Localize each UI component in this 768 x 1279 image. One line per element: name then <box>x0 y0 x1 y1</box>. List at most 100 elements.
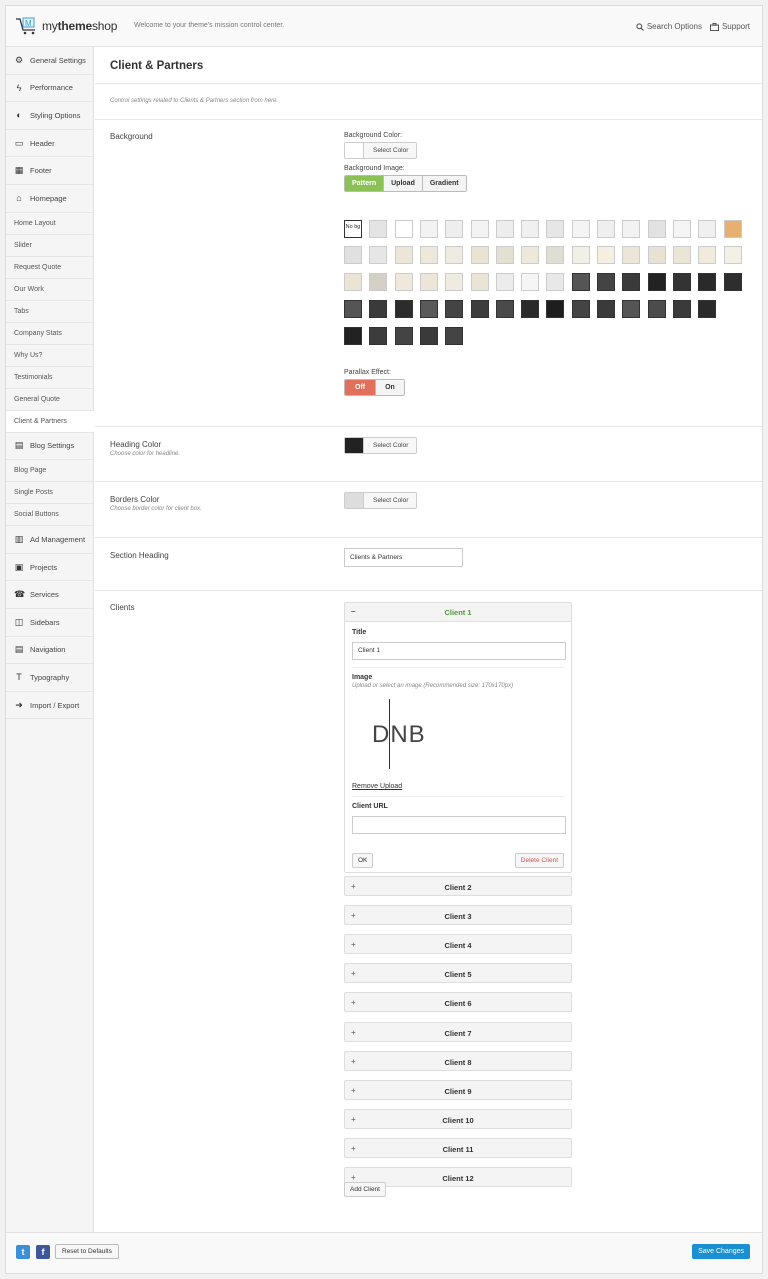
sidebar-item[interactable]: ⌂ Homepage <box>6 185 93 213</box>
pattern-tile[interactable] <box>495 220 514 238</box>
pattern-tile[interactable] <box>369 220 388 238</box>
pattern-tile[interactable] <box>698 300 717 318</box>
pattern-tile[interactable] <box>672 300 691 318</box>
pattern-tile[interactable] <box>622 273 641 291</box>
sidebar-item[interactable]: Slider <box>6 235 93 257</box>
sidebar-item[interactable]: ➜ Import / Export <box>6 692 93 720</box>
ok-button[interactable]: OK <box>352 853 374 868</box>
pattern-tile[interactable] <box>571 273 590 291</box>
sidebar-item[interactable]: ▣ Projects <box>6 554 93 582</box>
client-url-input[interactable] <box>352 816 566 834</box>
sidebar-item[interactable]: Home Layout <box>6 213 93 235</box>
sidebar-item[interactable]: Request Quote <box>6 257 93 279</box>
pattern-tile[interactable] <box>419 327 438 345</box>
pattern-tile[interactable] <box>571 220 590 238</box>
pattern-tile[interactable] <box>470 220 489 238</box>
pattern-tile[interactable] <box>647 246 666 264</box>
client-title-input[interactable]: Client 1 <box>352 642 566 660</box>
client-accordion-collapsed[interactable]: + Client 8 <box>344 1050 572 1071</box>
pattern-tile[interactable] <box>521 300 540 318</box>
pattern-tile[interactable] <box>571 246 590 264</box>
pattern-tile[interactable] <box>445 246 464 264</box>
pattern-tile[interactable] <box>723 220 742 238</box>
borders-color-picker[interactable]: Select Color <box>344 492 418 509</box>
twitter-icon[interactable]: t <box>16 1245 30 1259</box>
sidebar-item[interactable]: ◐ Styling Options <box>6 102 93 130</box>
heading-color-picker[interactable]: Select Color <box>344 437 418 454</box>
no-bg-tile[interactable]: No bg <box>344 220 362 238</box>
pattern-tile[interactable] <box>698 220 717 238</box>
sidebar-item[interactable]: General Quote <box>6 389 93 411</box>
pattern-tile[interactable] <box>344 246 362 264</box>
sidebar-item[interactable]: ▥ Ad Management <box>6 526 93 554</box>
pattern-tile[interactable] <box>495 300 514 318</box>
pattern-tile[interactable] <box>445 273 464 291</box>
sidebar-item[interactable]: ϟ Performance <box>6 75 93 103</box>
pattern-tile[interactable] <box>521 273 540 291</box>
sidebar-item[interactable]: Blog Page <box>6 460 93 483</box>
pattern-tile[interactable] <box>419 273 438 291</box>
pattern-tile[interactable] <box>723 246 742 264</box>
sidebar-item[interactable]: Why Us? <box>6 345 93 367</box>
pattern-tile[interactable] <box>369 246 388 264</box>
reset-defaults-button[interactable]: Reset to Defaults <box>55 1244 119 1259</box>
pattern-tile[interactable] <box>597 246 615 264</box>
pattern-tile[interactable] <box>495 273 514 291</box>
pattern-tile[interactable] <box>622 220 641 238</box>
pattern-tile[interactable] <box>546 246 565 264</box>
client-accordion-collapsed[interactable]: + Client 10 <box>344 1108 572 1129</box>
pattern-tile[interactable] <box>521 246 540 264</box>
save-changes-button[interactable]: Save Changes <box>692 1244 750 1259</box>
pattern-tile[interactable] <box>394 273 413 291</box>
pattern-tile[interactable] <box>672 273 691 291</box>
pattern-tile[interactable] <box>470 246 489 264</box>
sidebar-item[interactable]: Our Work <box>6 279 93 301</box>
pattern-tile[interactable] <box>723 273 742 291</box>
parallax-on[interactable]: On <box>376 380 404 395</box>
client-accordion-collapsed[interactable]: + Client 7 <box>344 1021 572 1042</box>
client-accordion-collapsed[interactable]: + Client 4 <box>344 934 572 955</box>
pattern-tile[interactable] <box>394 300 413 318</box>
sidebar-item[interactable]: ▭ Header <box>6 130 93 158</box>
pattern-tile[interactable] <box>546 220 565 238</box>
client-accordion-collapsed[interactable]: + Client 11 <box>344 1137 572 1158</box>
sidebar-item[interactable]: Company Stats <box>6 323 93 345</box>
sidebar-item[interactable]: Social Buttons <box>6 504 93 527</box>
client-accordion-collapsed[interactable]: + Client 5 <box>344 963 572 984</box>
delete-client-button[interactable]: Delete Client <box>514 853 564 868</box>
pattern-tile[interactable] <box>445 300 464 318</box>
section-heading-input[interactable]: Clients & Partners <box>344 548 463 567</box>
pattern-tile[interactable] <box>445 327 464 345</box>
sidebar-item[interactable]: Testimonials <box>6 367 93 389</box>
sidebar-item[interactable]: ☎ Services <box>6 581 93 609</box>
support-link[interactable]: Support <box>709 22 750 31</box>
pattern-tile[interactable] <box>622 246 641 264</box>
pattern-tile[interactable] <box>546 273 565 291</box>
pattern-tile[interactable] <box>647 273 666 291</box>
pattern-tile[interactable] <box>571 300 590 318</box>
pattern-tile[interactable] <box>698 246 717 264</box>
search-options-link[interactable]: Search Options <box>636 22 702 31</box>
client-1-header[interactable]: – Client 1 <box>345 603 571 622</box>
pattern-tile[interactable] <box>344 300 362 318</box>
pattern-tile[interactable] <box>369 273 388 291</box>
client-accordion-collapsed[interactable]: + Client 2 <box>344 876 572 896</box>
client-accordion-collapsed[interactable]: + Client 3 <box>344 905 572 926</box>
pattern-tile[interactable] <box>419 300 438 318</box>
pattern-tile[interactable] <box>672 246 691 264</box>
client-accordion-collapsed[interactable]: + Client 9 <box>344 1079 572 1100</box>
pattern-tile[interactable] <box>495 246 514 264</box>
pattern-tile[interactable] <box>470 273 489 291</box>
pattern-tile[interactable] <box>647 300 666 318</box>
background-color-picker[interactable]: Select Color <box>344 142 418 159</box>
sidebar-item[interactable]: ▤ Navigation <box>6 637 93 665</box>
sidebar-item[interactable]: Client & Partners <box>6 410 94 433</box>
pattern-tile[interactable] <box>445 220 464 238</box>
sidebar-item[interactable]: ▤ Blog Settings <box>6 433 93 461</box>
sidebar-item[interactable]: ▦ Footer <box>6 157 93 185</box>
pattern-tile[interactable] <box>672 220 691 238</box>
parallax-off[interactable]: Off <box>345 380 377 395</box>
pattern-tile[interactable] <box>394 246 413 264</box>
pattern-tile[interactable] <box>698 273 717 291</box>
pattern-tile[interactable] <box>546 300 565 318</box>
